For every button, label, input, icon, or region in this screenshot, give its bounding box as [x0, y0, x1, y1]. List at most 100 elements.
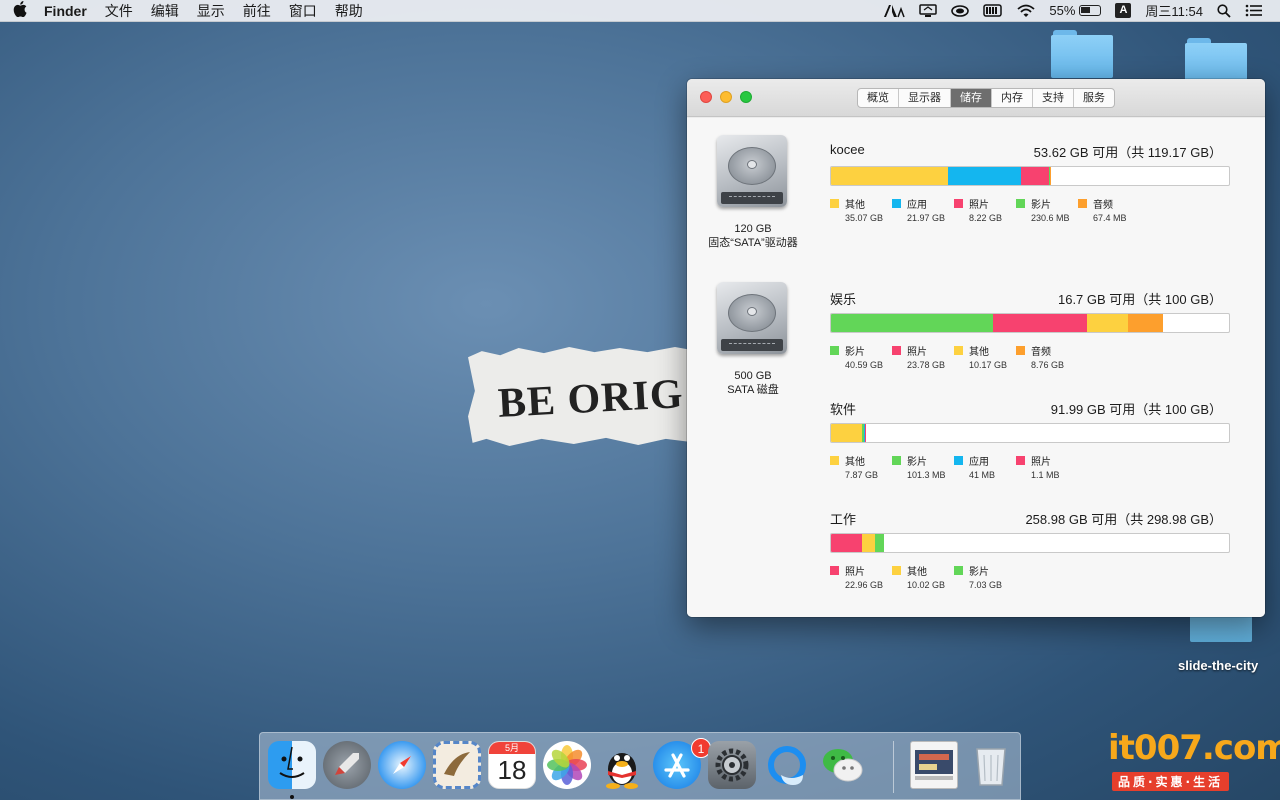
- legend-size: 101.3 MB: [907, 470, 946, 480]
- spotlight-search-icon[interactable]: [1210, 3, 1238, 18]
- legend-item: 照片 22.96 GB: [830, 564, 892, 590]
- legend-size: 40.59 GB: [845, 360, 884, 370]
- volume-free-space: 258.98 GB 可用（共 298.98 GB）: [1025, 512, 1222, 527]
- calendar-month: 5月: [489, 742, 535, 754]
- storage-segment[interactable]: [948, 167, 1022, 185]
- qq-icon[interactable]: [598, 741, 646, 789]
- legend-label-row: 照片: [954, 197, 1016, 211]
- legend-label: 照片: [1031, 456, 1051, 468]
- finder-icon[interactable]: [268, 741, 316, 789]
- browser-icon[interactable]: [763, 741, 811, 789]
- apple-menu-icon[interactable]: [0, 0, 40, 21]
- storage-segment[interactable]: [831, 534, 862, 552]
- launchpad-icon[interactable]: [323, 741, 371, 789]
- volume-name: 软件: [830, 402, 857, 417]
- legend-size: 7.87 GB: [845, 470, 879, 480]
- legend-label: 照片: [907, 346, 927, 358]
- legend-item: 照片 23.78 GB: [892, 344, 954, 370]
- menu-help[interactable]: 帮助: [326, 1, 372, 21]
- legend-item: 影片 7.03 GB: [954, 564, 1016, 590]
- photos-icon[interactable]: [543, 741, 591, 789]
- storage-segment[interactable]: [831, 167, 949, 185]
- input-method[interactable]: A: [1108, 3, 1138, 18]
- legend-label: 照片: [969, 199, 989, 211]
- menu-file[interactable]: 文件: [96, 1, 142, 21]
- keyboard-battery-icon[interactable]: [976, 4, 1010, 17]
- notification-center-icon[interactable]: [1238, 4, 1270, 17]
- menu-edit[interactable]: 编辑: [142, 1, 188, 21]
- storage-segment[interactable]: [1021, 167, 1049, 185]
- dock-separator: [893, 741, 894, 793]
- storage-segment[interactable]: [1127, 314, 1163, 332]
- storage-segment[interactable]: [864, 424, 866, 442]
- legend-item: 照片 8.22 GB: [954, 197, 1016, 223]
- storage-segment[interactable]: [861, 534, 875, 552]
- menu-app-finder[interactable]: Finder: [40, 3, 96, 19]
- menu-clock[interactable]: 周三11:54: [1138, 1, 1210, 20]
- window-titlebar[interactable]: 概览 显示器 储存 内存 支持 服务: [687, 79, 1265, 117]
- legend-item: 其他 10.17 GB: [954, 344, 1016, 370]
- disk-type: 固态“SATA”驱动器: [708, 237, 798, 249]
- mail-icon[interactable]: [433, 741, 481, 789]
- close-button[interactable]: [700, 91, 712, 103]
- wechat-icon[interactable]: [818, 741, 866, 789]
- tab-service[interactable]: 服务: [1074, 89, 1114, 107]
- legend-swatch: [1078, 198, 1087, 208]
- desktop-folder-icon[interactable]: [1051, 30, 1113, 78]
- legend-label-row: 照片: [1016, 454, 1078, 468]
- legend-label-row: 音频: [1078, 197, 1140, 211]
- battery-status[interactable]: 55%: [1042, 3, 1108, 18]
- legend-swatch: [830, 345, 839, 355]
- disk-caption: 120 GB 固态“SATA”驱动器: [687, 222, 823, 250]
- legend-label: 影片: [1031, 199, 1051, 211]
- desktop-item-label[interactable]: slide-the-city: [1178, 658, 1258, 673]
- storage-segment[interactable]: [831, 424, 863, 442]
- storage-segment[interactable]: [1050, 167, 1052, 185]
- zoom-button[interactable]: [740, 91, 752, 103]
- legend-label: 照片: [845, 566, 865, 578]
- display-sync-icon[interactable]: [912, 3, 944, 18]
- input-method-icon: A: [1115, 3, 1132, 18]
- storage-segment[interactable]: [874, 534, 885, 552]
- storage-segment[interactable]: [831, 314, 993, 332]
- tab-storage[interactable]: 储存: [951, 89, 992, 107]
- menu-window[interactable]: 窗口: [280, 1, 326, 21]
- minimize-button[interactable]: [720, 91, 732, 103]
- disk-type: SATA 磁盘: [727, 384, 779, 396]
- legend-item: 影片 230.6 MB: [1016, 197, 1078, 223]
- storage-legend: 影片 40.59 GB 照片 23.78 GB 其他 10.17 GB 音频 8.76 GB: [830, 344, 1078, 370]
- legend-swatch: [954, 565, 963, 575]
- storage-segment[interactable]: [1087, 314, 1128, 332]
- legend-size: 67.4 MB: [1093, 213, 1127, 223]
- tab-memory[interactable]: 内存: [992, 89, 1033, 107]
- tab-support[interactable]: 支持: [1033, 89, 1074, 107]
- legend-label-row: 其他: [830, 197, 892, 211]
- cloud-sync-icon[interactable]: [944, 4, 976, 18]
- legend-label-row: 其他: [892, 564, 954, 578]
- adobe-icon[interactable]: [876, 4, 912, 18]
- trash-icon[interactable]: [967, 741, 1015, 789]
- tab-overview[interactable]: 概览: [858, 89, 899, 107]
- legend-item: 影片 101.3 MB: [892, 454, 954, 480]
- legend-size: 23.78 GB: [907, 360, 946, 370]
- legend-swatch: [830, 198, 839, 208]
- legend-label: 其他: [845, 456, 865, 468]
- legend-swatch: [892, 198, 901, 208]
- menu-go[interactable]: 前往: [234, 1, 280, 21]
- storage-segment[interactable]: [992, 314, 1088, 332]
- system-preferences-icon[interactable]: [708, 741, 756, 789]
- storage-legend: 照片 22.96 GB 其他 10.02 GB 影片 7.03 GB: [830, 564, 1016, 590]
- calendar-icon[interactable]: 5月 18: [488, 741, 536, 789]
- legend-swatch: [830, 455, 839, 465]
- disk-size: 120 GB: [734, 223, 772, 235]
- legend-item: 照片 1.1 MB: [1016, 454, 1078, 480]
- site-watermark-logo: it007.com 品质·实惠·生活: [1108, 728, 1280, 794]
- legend-label: 音频: [1093, 199, 1113, 211]
- tab-displays[interactable]: 显示器: [899, 89, 951, 107]
- menu-view[interactable]: 显示: [188, 1, 234, 21]
- safari-icon[interactable]: [378, 741, 426, 789]
- storage-legend: 其他 7.87 GB 影片 101.3 MB 应用 41 MB 照片 1.1 MB: [830, 454, 1078, 480]
- wifi-icon[interactable]: [1010, 4, 1042, 18]
- legend-item: 音频 67.4 MB: [1078, 197, 1140, 223]
- downloads-stack-icon[interactable]: [910, 741, 958, 789]
